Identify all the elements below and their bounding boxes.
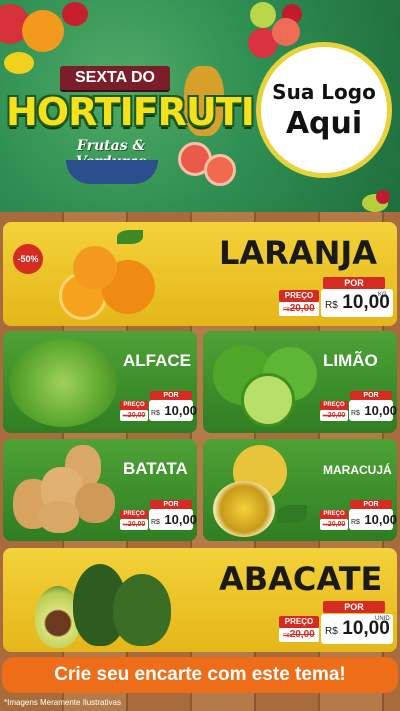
- old-price: R$20,00: [279, 302, 319, 316]
- unit-label: KG: [378, 292, 387, 298]
- banner-title-top: SEXTA DO: [60, 66, 170, 90]
- header-banner: SEXTA DO HORTIFRUTI Frutas & Verduras Su…: [0, 0, 400, 212]
- logo-text-line2: Aqui: [285, 105, 363, 141]
- avocado-icon: [113, 574, 171, 646]
- por-label: POR: [323, 277, 385, 289]
- old-price: R$20,00: [120, 410, 148, 421]
- por-label: POR: [150, 500, 192, 509]
- preco-label: PREÇO: [279, 290, 319, 302]
- por-label: POR: [350, 500, 392, 509]
- product-card-limao: LIMÃO POR PREÇO R$20,00 R$ 10,00: [203, 331, 397, 433]
- disclaimer-footnote: *Imagens Meramente Ilustrativas: [4, 698, 121, 707]
- lemon-icon: [4, 52, 34, 74]
- logo-placeholder: Sua Logo Aqui: [256, 42, 392, 178]
- product-card-maracuja: MARACUJÁ POR PREÇO R$20,00 R$ 10,00: [203, 439, 397, 541]
- potato-icon: [39, 501, 79, 533]
- grapefruit-icon: [204, 154, 236, 186]
- product-name: BATATA: [123, 459, 188, 478]
- unit-label: UNID: [375, 616, 390, 622]
- orange-icon: [22, 10, 64, 52]
- potato-icon: [75, 483, 115, 523]
- strawberry-icon: [62, 2, 88, 26]
- discount-badge: -50%: [13, 244, 43, 274]
- product-name: MARACUJÁ: [323, 463, 392, 477]
- leaf-icon: [277, 505, 307, 523]
- product-name: LARANJA: [219, 234, 378, 272]
- cta-button[interactable]: Crie seu encarte com este tema!: [2, 657, 398, 693]
- preco-label: PREÇO: [320, 510, 348, 519]
- new-price: R$ 10,00: [349, 400, 397, 421]
- new-price: R$ 10,00: [149, 509, 197, 530]
- product-name: LIMÃO: [323, 351, 378, 370]
- product-name: ALFACE: [123, 351, 191, 370]
- fruit-basket-icon: [66, 160, 158, 184]
- product-card-abacate: ABACATE POR PREÇO R$20,00 R$ 10,00 UNID: [3, 548, 397, 652]
- logo-text-line1: Sua Logo: [272, 79, 376, 104]
- lettuce-icon: [9, 339, 117, 427]
- product-name: ABACATE: [219, 560, 383, 598]
- old-price: R$20,00: [320, 519, 348, 530]
- product-card-batata: BATATA POR PREÇO R$20,00 R$ 10,00: [3, 439, 197, 541]
- new-price: R$ 10,00: [149, 400, 197, 421]
- preco-label: PREÇO: [279, 616, 319, 628]
- preco-label: PREÇO: [120, 510, 148, 519]
- lime-slice-icon: [241, 373, 295, 427]
- old-price: R$20,00: [120, 519, 148, 530]
- passion-fruit-half-icon: [213, 481, 275, 537]
- old-price: R$20,00: [320, 410, 348, 421]
- new-price: R$ 10,00: [349, 509, 397, 530]
- preco-label: PREÇO: [320, 401, 348, 410]
- por-label: POR: [323, 601, 385, 613]
- orange-icon: [73, 246, 117, 290]
- por-label: POR: [150, 391, 192, 400]
- por-label: POR: [350, 391, 392, 400]
- cherry-icon: [376, 190, 390, 204]
- peach-icon: [272, 18, 300, 46]
- product-card-alface: ALFACE POR PREÇO R$20,00 R$ 10,00: [3, 331, 197, 433]
- product-card-laranja: -50% LARANJA POR PREÇO R$20,00 R$ 10,00 …: [3, 222, 397, 326]
- grapes-icon: [250, 2, 276, 28]
- banner-title-main: HORTIFRUTI: [6, 90, 255, 134]
- leaf-icon: [117, 230, 143, 244]
- old-price: R$20,00: [279, 628, 319, 642]
- preco-label: PREÇO: [120, 401, 148, 410]
